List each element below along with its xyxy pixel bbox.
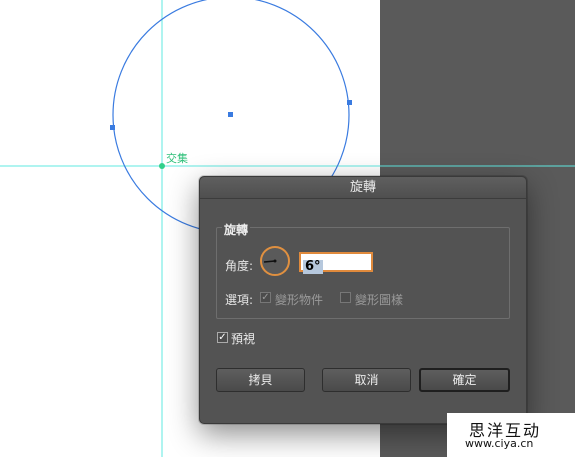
rotate-dialog: 旋轉 旋轉 角度: 6° 選項: ✓ 變形物件 變形圖樣 ✓ 預視 拷貝 取消 … bbox=[199, 176, 527, 424]
intersection-point bbox=[159, 163, 165, 169]
copy-button[interactable]: 拷貝 bbox=[216, 368, 305, 392]
angle-input[interactable]: 6° bbox=[299, 252, 373, 274]
rotate-group-title: 旋轉 bbox=[222, 221, 251, 238]
preview-label: 預視 bbox=[231, 332, 256, 346]
anchor-point-right[interactable] bbox=[347, 100, 352, 105]
watermark-url: www.ciya.cn bbox=[465, 437, 534, 450]
anchor-point-left[interactable] bbox=[110, 125, 115, 130]
transform-patterns-checkbox[interactable] bbox=[340, 292, 351, 303]
angle-input-value: 6° bbox=[303, 259, 323, 274]
ok-button[interactable]: 確定 bbox=[419, 368, 510, 392]
options-label: 選項: bbox=[225, 293, 254, 307]
watermark: 思洋互动 www.ciya.cn bbox=[447, 413, 575, 457]
angle-label: 角度: bbox=[225, 259, 254, 273]
smart-guide-label: 交集 bbox=[166, 152, 188, 165]
dialog-title[interactable]: 旋轉 bbox=[200, 177, 526, 199]
transform-patterns-label: 變形圖樣 bbox=[355, 293, 404, 307]
cancel-button[interactable]: 取消 bbox=[322, 368, 411, 392]
preview-checkbox[interactable]: ✓ bbox=[217, 332, 228, 343]
angle-dial-indicator-icon bbox=[263, 259, 277, 263]
center-point-handle[interactable] bbox=[228, 112, 233, 117]
transform-objects-label: 變形物件 bbox=[275, 293, 324, 307]
transform-objects-checkbox[interactable]: ✓ bbox=[260, 292, 271, 303]
angle-dial[interactable] bbox=[260, 246, 290, 276]
